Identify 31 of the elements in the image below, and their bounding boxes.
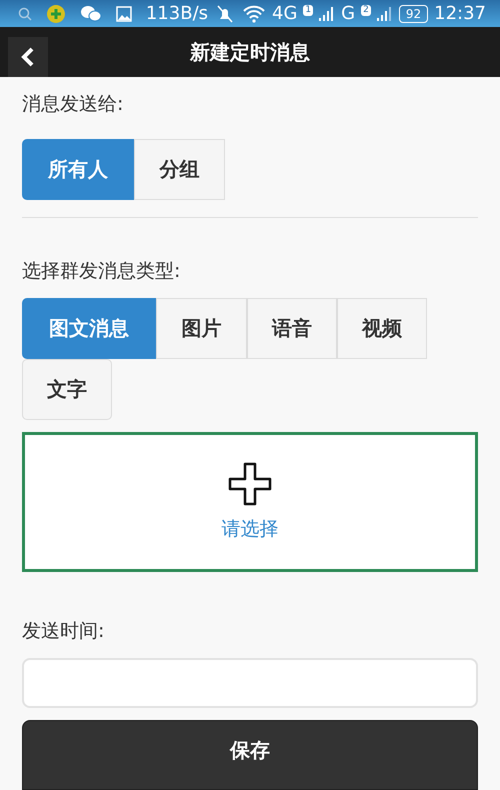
network-speed: 113B/s (146, 3, 208, 24)
signal-icon (376, 6, 393, 22)
back-button[interactable] (8, 37, 48, 78)
back-icon (20, 47, 36, 68)
message-type-tab[interactable]: 语音 (247, 298, 337, 359)
chat-icon (80, 4, 102, 23)
select-content-button[interactable]: 请选择 (22, 432, 478, 572)
page-title: 新建定时消息 (190, 38, 310, 66)
clock: 12:37 (434, 3, 486, 24)
signal-icon (319, 6, 336, 22)
recipient-option[interactable]: 所有人 (22, 139, 134, 200)
plus-icon (228, 462, 272, 506)
search-icon (18, 6, 32, 21)
message-type-label: 选择群发消息类型: (22, 259, 182, 284)
message-type-tab[interactable]: 文字 (22, 359, 112, 420)
recipient-label: 消息发送给: (22, 92, 124, 117)
message-type-tab[interactable]: 视频 (337, 298, 427, 359)
battery-level: 92 (398, 4, 428, 23)
message-type-tab[interactable]: 图片 (156, 298, 247, 359)
send-time-field[interactable] (22, 658, 478, 708)
network-type: 4G (272, 3, 298, 24)
sim-badge: 2 (361, 5, 371, 16)
sim-badge: 1 (303, 5, 314, 16)
image-icon (116, 6, 132, 22)
save-button[interactable]: 保存 (22, 720, 478, 790)
plus-badge-icon (46, 4, 66, 24)
send-time-label: 发送时间: (22, 619, 106, 644)
message-type-tab[interactable]: 图文消息 (22, 298, 156, 359)
wifi-icon (242, 4, 266, 23)
network-type: G (341, 3, 356, 24)
recipient-option[interactable]: 分组 (134, 139, 225, 200)
